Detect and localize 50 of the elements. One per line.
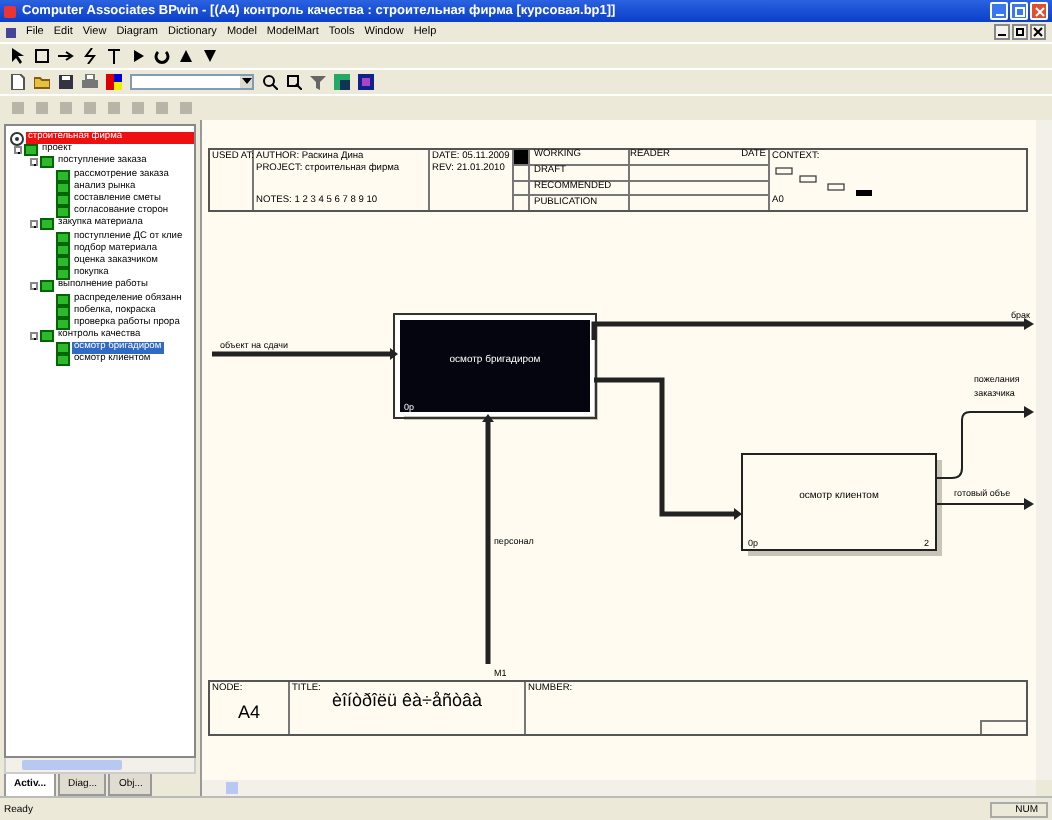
play-icon[interactable] — [130, 48, 146, 64]
up-triangle-icon[interactable] — [178, 48, 194, 64]
mechanism-arrow[interactable] — [482, 414, 494, 664]
horizontal-scrollbar[interactable] — [4, 758, 196, 774]
expander[interactable] — [30, 220, 38, 229]
app-icon — [4, 5, 16, 17]
document-icon — [6, 27, 16, 37]
close-button[interactable] — [1030, 24, 1046, 40]
zoom-in-icon[interactable] — [262, 74, 278, 90]
box-tool-icon[interactable] — [34, 48, 50, 64]
close-icon — [1032, 26, 1044, 38]
output-arrow[interactable] — [591, 318, 1034, 340]
vertical-scrollbar[interactable] — [1036, 120, 1052, 780]
rotate-icon[interactable] — [154, 48, 170, 64]
output-arrow[interactable] — [935, 498, 1034, 510]
maximize-icon — [1013, 5, 1025, 17]
color-icon[interactable] — [106, 74, 122, 90]
new-file-icon[interactable] — [10, 74, 26, 90]
node-icon — [10, 131, 24, 146]
horizontal-scrollbar[interactable] — [202, 780, 1036, 796]
connector-arrow[interactable] — [594, 377, 742, 520]
expander[interactable] — [30, 332, 38, 341]
expander[interactable] — [30, 158, 38, 167]
text-tool-icon[interactable] — [106, 48, 122, 64]
expander[interactable] — [30, 282, 38, 291]
diagram-title: èîíòðîëü êà÷åñòâà — [329, 690, 484, 710]
activity-box[interactable] — [741, 453, 942, 556]
pointer-icon[interactable] — [10, 48, 26, 64]
input-arrow[interactable] — [212, 348, 398, 360]
close-icon — [1033, 5, 1045, 17]
save-icon[interactable] — [58, 74, 74, 90]
minimize-button[interactable] — [994, 24, 1010, 40]
output-arrow[interactable] — [935, 406, 1034, 479]
print-icon[interactable] — [82, 74, 98, 90]
node-number: A4 — [235, 702, 262, 722]
zoom-out-icon[interactable] — [286, 74, 302, 90]
nested-square-icon[interactable] — [334, 74, 350, 90]
down-triangle-icon[interactable] — [202, 48, 218, 64]
restore-button[interactable] — [1012, 24, 1028, 40]
open-folder-icon[interactable] — [34, 74, 50, 90]
restore-icon — [1014, 26, 1026, 38]
arrow-tool-icon[interactable] — [58, 48, 74, 64]
caret-icon — [241, 78, 251, 86]
squiggle-icon[interactable] — [82, 48, 98, 64]
expander[interactable] — [14, 146, 22, 155]
framed-square-icon[interactable] — [358, 74, 374, 90]
funnel-icon[interactable] — [310, 74, 326, 90]
activity-box[interactable] — [393, 313, 598, 420]
maximize-button[interactable] — [1010, 2, 1028, 20]
context-diagram-drawing — [772, 164, 872, 196]
